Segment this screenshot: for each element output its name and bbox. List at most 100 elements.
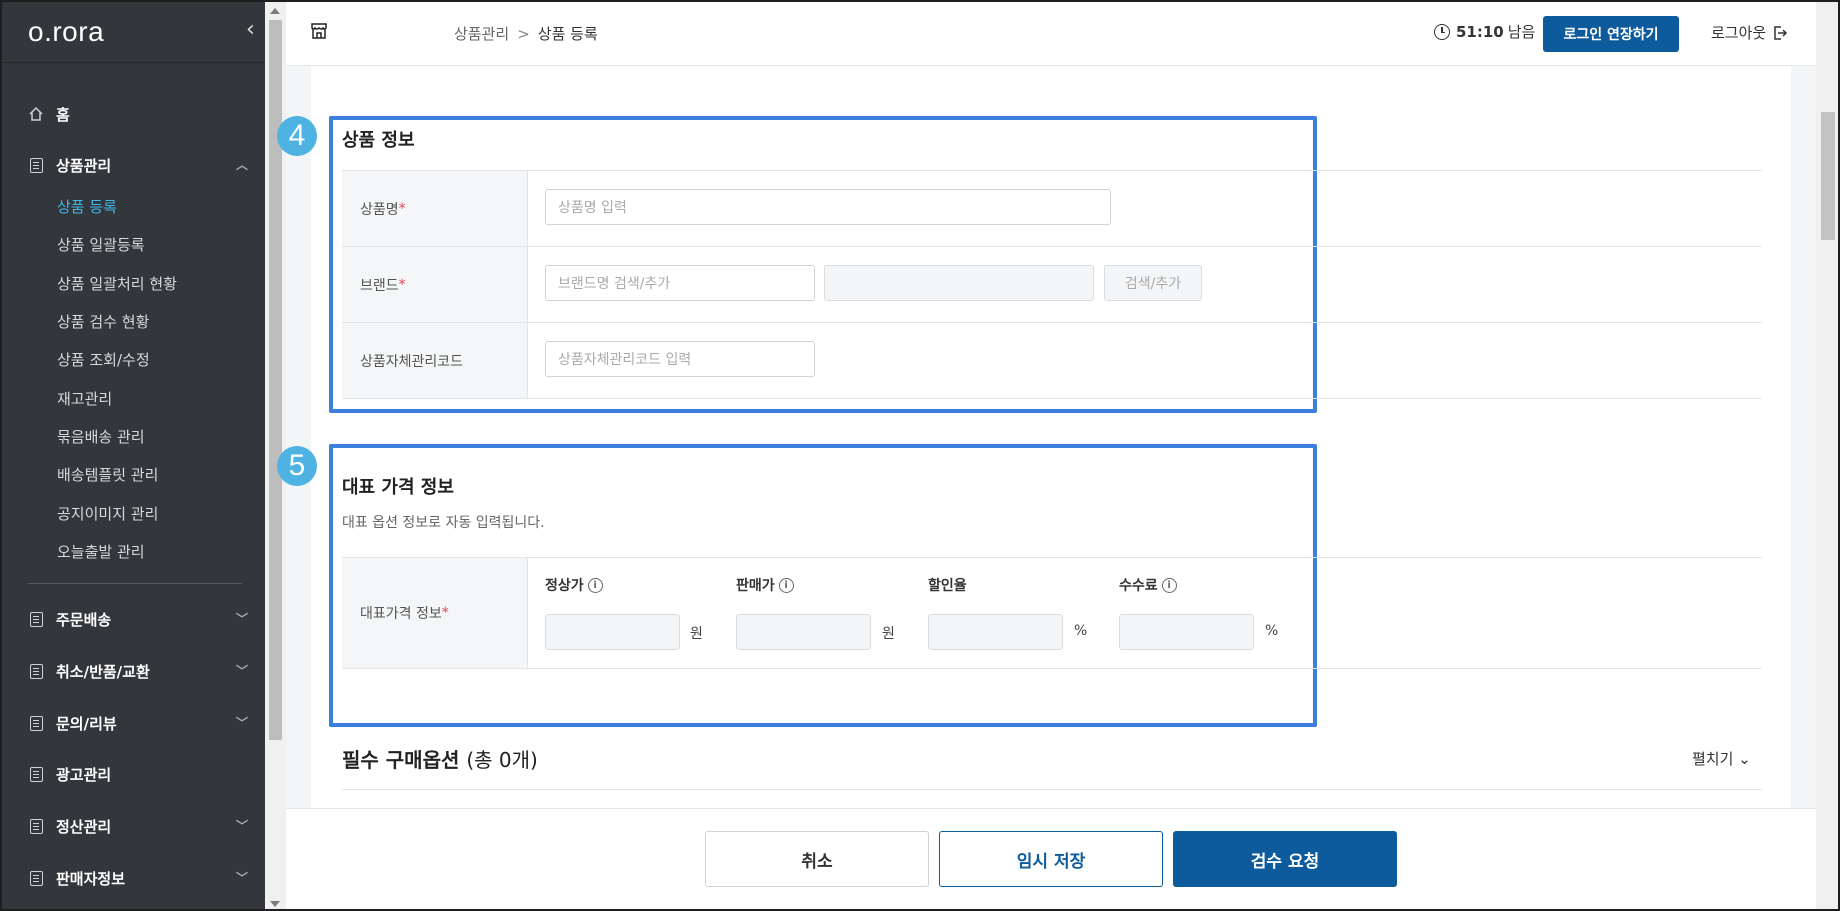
sale-price-label: 판매가 i	[736, 575, 794, 595]
sidebar-sub-inspection-status[interactable]: 상품 검수 현황	[57, 308, 149, 334]
sidebar-item-label: 판매자정보	[56, 869, 126, 888]
sidebar-item-label: 정산관리	[56, 817, 112, 836]
brand-search-add-button[interactable]: 검색/추가	[1104, 265, 1202, 301]
product-name-input[interactable]: 상품명 입력	[545, 189, 1111, 225]
sidebar-item-orders[interactable]: 주문배송 ﹀	[28, 604, 248, 634]
sidebar-item-settlement[interactable]: 정산관리 ﹀	[28, 811, 248, 841]
cancel-button[interactable]: 취소	[705, 831, 929, 887]
logout-label: 로그아웃	[1711, 24, 1767, 42]
required-options-title: 필수 구매옵션 (총 0개)	[342, 748, 538, 772]
info-icon[interactable]: i	[778, 577, 794, 593]
product-code-input[interactable]: 상품자체관리코드 입력	[545, 341, 815, 377]
home-icon	[28, 106, 44, 122]
logout-icon	[1772, 25, 1788, 41]
sidebar-sub-inventory[interactable]: 재고관리	[57, 385, 112, 411]
row-brand: 브랜드 * 브랜드명 검색/추가 검색/추가	[342, 247, 1762, 323]
session-timer: 51:10 남음	[1434, 21, 1535, 42]
scroll-down-icon[interactable]	[270, 901, 280, 907]
breadcrumb-current: 상품 등록	[537, 25, 598, 43]
sidebar-item-ads[interactable]: 광고관리	[28, 759, 248, 789]
sidebar-item-label: 문의/리뷰	[56, 714, 117, 733]
sidebar-divider	[2, 62, 265, 63]
logout-button[interactable]: 로그아웃	[1711, 22, 1788, 43]
product-info-table: 상품명 * 상품명 입력 브랜드 * 브랜드명 검색/추가 검색/추가 상품자체…	[342, 170, 1762, 399]
expand-toggle[interactable]: 펼치기 ⌄	[1692, 748, 1751, 769]
sidebar-sub-product-register[interactable]: 상품 등록	[57, 193, 117, 219]
step-badge-5: 5	[277, 446, 317, 486]
sidebar-item-label: 상품관리	[56, 156, 112, 175]
sidebar-item-label: 홈	[56, 105, 70, 124]
timer-suffix: 남음	[1507, 23, 1536, 41]
document-icon	[28, 818, 44, 834]
top-header: 상품관리 > 상품 등록 51:10 남음 로그인 연장하기 로그아웃	[286, 2, 1816, 66]
sidebar-sub-notice-image[interactable]: 공지이미지 관리	[57, 500, 158, 526]
document-icon	[28, 663, 44, 679]
discount-rate-label: 할인율	[928, 578, 967, 594]
regular-price-field	[545, 614, 680, 650]
sidebar-item-label: 주문배송	[56, 610, 112, 629]
extend-login-button[interactable]: 로그인 연장하기	[1543, 16, 1679, 52]
timer-value: 51:10	[1456, 22, 1504, 41]
chevron-down-icon: ﹀	[235, 871, 248, 885]
scrollbar-thumb[interactable]	[1821, 112, 1835, 240]
main-area: 상품관리 > 상품 등록 51:10 남음 로그인 연장하기 로그아웃 4 상품…	[277, 2, 1816, 909]
info-icon[interactable]: i	[587, 577, 603, 593]
breadcrumb: 상품관리 > 상품 등록	[454, 23, 598, 44]
content-panel: 4 상품 정보 상품명 * 상품명 입력 브랜드 * 브랜드명 검색/추가 검색…	[277, 66, 1791, 909]
sidebar-sub-today-ship[interactable]: 오늘출발 관리	[57, 538, 145, 564]
regular-price-unit: 원	[690, 626, 703, 642]
sidebar-sub-bundle-shipping[interactable]: 묶음배송 관리	[57, 423, 145, 449]
sidebar-item-inquiries[interactable]: 문의/리뷰 ﹀	[28, 708, 248, 738]
brand-selected-field	[824, 265, 1094, 301]
info-icon[interactable]: i	[1161, 577, 1177, 593]
sidebar-sub-bulk-register[interactable]: 상품 일괄등록	[57, 231, 145, 257]
clock-icon	[1434, 23, 1450, 40]
sidebar: o.rora ‹ 홈 상품관리 ︿ 상품 등록 상품 일괄등록 상품 일괄처리 …	[2, 2, 265, 909]
product-name-label: 상품명 *	[342, 171, 528, 246]
scroll-up-icon[interactable]	[270, 8, 280, 14]
request-inspection-button[interactable]: 검수 요청	[1173, 831, 1397, 887]
main-scrollbar[interactable]	[1816, 2, 1838, 909]
document-icon	[28, 157, 44, 173]
collapse-sidebar-icon[interactable]: ‹	[246, 19, 260, 41]
document-icon	[28, 715, 44, 731]
commission-field	[1119, 614, 1254, 650]
sidebar-item-products[interactable]: 상품관리 ︿	[28, 150, 248, 180]
chevron-up-icon: ︿	[235, 158, 248, 172]
temp-save-button[interactable]: 임시 저장	[939, 831, 1163, 887]
store-icon[interactable]	[310, 22, 328, 40]
document-icon	[28, 766, 44, 782]
breadcrumb-parent[interactable]: 상품관리	[454, 23, 509, 44]
sale-price-unit: 원	[882, 626, 895, 642]
row-product-name: 상품명 * 상품명 입력	[342, 171, 1762, 247]
brand-search-input[interactable]: 브랜드명 검색/추가	[545, 265, 815, 301]
sidebar-item-label: 광고관리	[56, 765, 112, 784]
discount-rate-field	[928, 614, 1063, 650]
regular-price-label: 정상가 i	[545, 575, 603, 595]
price-info-table: 대표가격 정보 * 정상가 i 원 판매가 i 원 할인율 % 수수료 i %	[342, 557, 1762, 669]
sale-price-field	[736, 614, 871, 650]
commission-unit: %	[1265, 623, 1279, 639]
brand-label: 브랜드 *	[342, 247, 528, 322]
discount-rate-unit: %	[1074, 623, 1088, 639]
step-badge-4: 4	[277, 116, 317, 156]
chevron-down-icon: ﹀	[235, 664, 248, 678]
action-footer: 취소 임시 저장 검수 요청	[286, 808, 1816, 909]
chevron-down-icon: ﹀	[235, 612, 248, 626]
sidebar-item-returns[interactable]: 취소/반품/교환 ﹀	[28, 656, 248, 686]
row-product-code: 상품자체관리코드 상품자체관리코드 입력	[342, 323, 1762, 399]
row-representative-price: 대표가격 정보 * 정상가 i 원 판매가 i 원 할인율 % 수수료 i %	[342, 558, 1762, 669]
price-info-title: 대표 가격 정보	[342, 477, 454, 498]
breadcrumb-separator: >	[517, 24, 530, 43]
logo: o.rora	[28, 16, 105, 47]
sidebar-item-seller-info[interactable]: 판매자정보 ﹀	[28, 863, 248, 893]
sidebar-sub-shipping-template[interactable]: 배송템플릿 관리	[57, 461, 158, 487]
chevron-down-icon: ⌄	[1738, 750, 1751, 768]
document-icon	[28, 870, 44, 886]
options-divider	[342, 789, 1762, 790]
document-icon	[28, 611, 44, 627]
sidebar-sub-bulk-status[interactable]: 상품 일괄처리 현황	[57, 270, 177, 296]
sidebar-sub-product-search[interactable]: 상품 조회/수정	[57, 346, 150, 372]
product-info-title: 상품 정보	[342, 130, 415, 151]
sidebar-item-home[interactable]: 홈	[28, 99, 248, 129]
